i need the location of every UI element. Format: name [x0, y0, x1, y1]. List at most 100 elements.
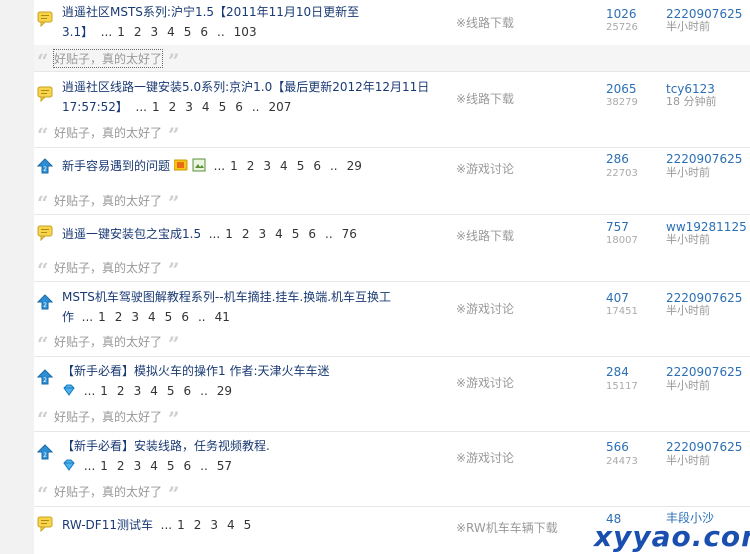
page-link[interactable]: 6: [308, 227, 316, 241]
view-count: 18007: [606, 235, 638, 246]
page-link[interactable]: 1: [100, 384, 108, 398]
reply-count[interactable]: 286: [606, 152, 629, 166]
page-link[interactable]: 2: [115, 310, 123, 324]
up-arrow-icon: 2: [37, 369, 53, 385]
reply-count[interactable]: 407: [606, 291, 629, 305]
page-link[interactable]: 3: [185, 100, 193, 114]
page-list: ... 1 2 3 4 5 6.. 207: [131, 100, 292, 114]
page-link[interactable]: 103: [234, 25, 257, 39]
thread-title[interactable]: RW-DF11测试车: [62, 518, 153, 532]
page-link[interactable]: 1: [117, 25, 125, 39]
page-link[interactable]: 4: [150, 384, 158, 398]
last-poster[interactable]: 2220907625: [666, 291, 742, 305]
thread-title[interactable]: 逍遥一键安装包之宝成1.5: [62, 227, 201, 241]
thread-title[interactable]: 【新手必看】模拟火车的操作1 作者:天津火车车迷: [62, 364, 330, 378]
page-link[interactable]: 2: [194, 518, 202, 532]
page-link[interactable]: 3: [134, 459, 142, 473]
reply-count[interactable]: 566: [606, 440, 629, 454]
page-link[interactable]: 76: [342, 227, 357, 241]
forum-link[interactable]: ※游戏讨论: [456, 374, 514, 391]
page-link[interactable]: 1: [98, 310, 106, 324]
forum-link[interactable]: ※线路下载: [456, 14, 514, 31]
page-link[interactable]: 5: [292, 227, 300, 241]
page-link[interactable]: 57: [217, 459, 232, 473]
comment-text[interactable]: 好贴子，真的太好了: [54, 333, 162, 350]
page-link[interactable]: 6: [183, 459, 191, 473]
page-link[interactable]: 2: [169, 100, 177, 114]
reply-count[interactable]: 757: [606, 220, 629, 234]
thread-title-cont[interactable]: 3.1】: [62, 25, 93, 39]
page-link[interactable]: 29: [347, 159, 362, 173]
last-poster[interactable]: 2220907625: [666, 365, 742, 379]
thread-title[interactable]: MSTS机车驾驶图解教程系列--机车摘挂.挂车.换端.机车互换工: [62, 290, 391, 304]
last-poster[interactable]: ww19281125: [666, 220, 747, 234]
reply-count[interactable]: 284: [606, 365, 629, 379]
comment-text[interactable]: 好贴子，真的太好了: [54, 408, 162, 425]
page-link[interactable]: 4: [227, 518, 235, 532]
page-link[interactable]: 5: [167, 459, 175, 473]
page-link[interactable]: 6: [200, 25, 208, 39]
page-link[interactable]: 6: [235, 100, 243, 114]
thread-title[interactable]: 【新手必看】安装线路，任务视频教程.: [62, 439, 270, 453]
thread-row: 2 【新手必看】安装线路，任务视频教程. ... 1 2 3 4 5 6.. 57 ※游戏讨论…: [34, 432, 750, 507]
thread-title-cont[interactable]: 17:57:52】: [62, 100, 128, 114]
page-link[interactable]: 3: [131, 310, 139, 324]
page-link[interactable]: 5: [219, 100, 227, 114]
page-link[interactable]: 5: [244, 518, 252, 532]
page-link[interactable]: 1: [230, 159, 238, 173]
forum-link[interactable]: ※游戏讨论: [456, 449, 514, 466]
forum-link[interactable]: ※游戏讨论: [456, 160, 514, 177]
page-link[interactable]: 1: [100, 459, 108, 473]
last-poster[interactable]: 2220907625: [666, 440, 742, 454]
page-list: ... 1 2 3 4 5: [156, 518, 252, 532]
page-link[interactable]: 207: [268, 100, 291, 114]
comment-text[interactable]: 好贴子，真的太好了: [52, 49, 164, 68]
thread-title[interactable]: 新手容易遇到的问题: [62, 159, 170, 173]
comment-text[interactable]: 好贴子，真的太好了: [54, 192, 162, 209]
page-link[interactable]: 4: [202, 100, 210, 114]
page-link[interactable]: 2: [134, 25, 142, 39]
page-link[interactable]: 2: [117, 384, 125, 398]
quote-close-icon: ”: [168, 191, 180, 215]
page-link[interactable]: 3: [263, 159, 271, 173]
page-link[interactable]: 6: [313, 159, 321, 173]
page-link[interactable]: 2: [117, 459, 125, 473]
page-link[interactable]: 5: [184, 25, 192, 39]
forum-link[interactable]: ※线路下载: [456, 227, 514, 244]
page-link[interactable]: 5: [167, 384, 175, 398]
page-link[interactable]: 5: [297, 159, 305, 173]
thread-title[interactable]: 逍遥社区MSTS系列:沪宁1.5【2011年11月10日更新至: [62, 5, 359, 19]
forum-link[interactable]: ※线路下载: [456, 90, 514, 107]
page-link[interactable]: 1: [152, 100, 160, 114]
thread-title[interactable]: 逍遥社区线路一键安装5.0系列:京沪1.0【最后更新2012年12月11日: [62, 80, 429, 94]
last-poster[interactable]: 2220907625: [666, 7, 742, 21]
comment-text[interactable]: 好贴子，真的太好了: [54, 124, 162, 141]
page-link[interactable]: 3: [258, 227, 266, 241]
last-poster[interactable]: tcy6123: [666, 82, 715, 96]
reply-count[interactable]: 1026: [606, 7, 637, 21]
page-link[interactable]: 5: [165, 310, 173, 324]
comment-text[interactable]: 好贴子，真的太好了: [54, 483, 162, 500]
page-link[interactable]: 6: [183, 384, 191, 398]
page-link[interactable]: 4: [275, 227, 283, 241]
reply-count[interactable]: 2065: [606, 82, 637, 96]
page-link[interactable]: 6: [181, 310, 189, 324]
page-link[interactable]: 4: [148, 310, 156, 324]
page-link[interactable]: 4: [280, 159, 288, 173]
page-link[interactable]: 41: [215, 310, 230, 324]
page-link[interactable]: 4: [150, 459, 158, 473]
page-link[interactable]: 29: [217, 384, 232, 398]
page-link[interactable]: 3: [134, 384, 142, 398]
page-link[interactable]: 2: [247, 159, 255, 173]
forum-link[interactable]: ※RW机车车辆下载: [456, 519, 558, 536]
page-link[interactable]: 3: [150, 25, 158, 39]
page-link[interactable]: 1: [177, 518, 185, 532]
page-link[interactable]: 2: [242, 227, 250, 241]
thread-title-cont[interactable]: 作: [62, 310, 74, 324]
forum-link[interactable]: ※游戏讨论: [456, 300, 514, 317]
comment-text[interactable]: 好贴子，真的太好了: [54, 259, 162, 276]
page-link[interactable]: 1: [225, 227, 233, 241]
page-link[interactable]: 3: [210, 518, 218, 532]
page-link[interactable]: 4: [167, 25, 175, 39]
last-poster[interactable]: 2220907625: [666, 152, 742, 166]
